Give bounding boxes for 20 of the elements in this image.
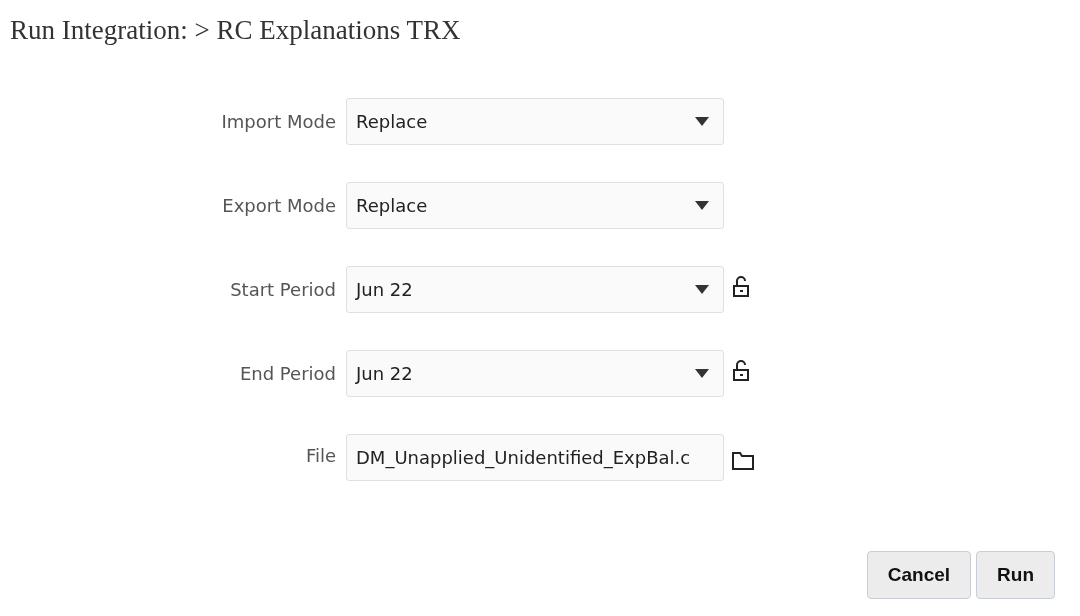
dropdown-field[interactable]: Jun 22	[346, 266, 724, 314]
caret-icon	[695, 285, 709, 295]
dropdown-field[interactable]: Jun 22	[346, 350, 724, 398]
folder-icon[interactable]	[732, 450, 754, 471]
field-label: End Period	[238, 362, 337, 387]
page-title: Run Integration: > RC Explanations TRX	[10, 14, 462, 47]
caret-icon	[695, 369, 709, 379]
field-label: Start Period	[229, 278, 337, 303]
dropdown-field[interactable]: Replace	[346, 182, 724, 230]
field-label: File	[304, 444, 337, 469]
unlock-icon[interactable]	[732, 275, 750, 298]
caret-icon	[695, 201, 709, 211]
field-label: Export Mode	[221, 194, 337, 219]
dropdown-field[interactable]: Replace	[346, 98, 724, 146]
unlock-icon[interactable]	[732, 359, 750, 382]
file-field[interactable]: DM_Unapplied_Unidentified_ExpBal.c	[346, 434, 724, 482]
field-label: Import Mode	[220, 110, 337, 135]
cancel-button[interactable]: Cancel	[866, 551, 972, 599]
caret-icon	[695, 117, 709, 127]
run-button[interactable]: Run	[976, 551, 1055, 599]
